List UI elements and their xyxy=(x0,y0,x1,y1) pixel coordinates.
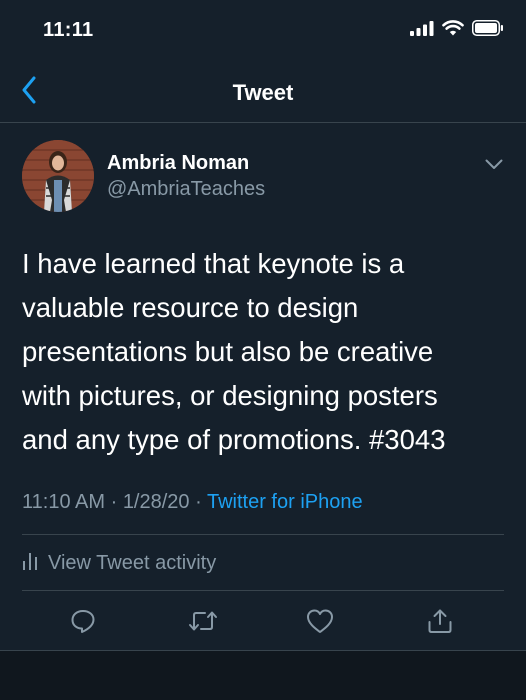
divider xyxy=(22,534,504,535)
divider xyxy=(22,590,504,591)
battery-icon xyxy=(472,20,504,41)
status-bar: 11:11 xyxy=(0,0,526,64)
avatar[interactable] xyxy=(22,140,94,212)
retweet-icon xyxy=(188,609,218,638)
tweet-time: 11:10 AM xyxy=(22,491,106,513)
cellular-signal-icon xyxy=(410,20,434,41)
author-name[interactable]: Ambria Noman xyxy=(107,152,249,175)
view-tweet-activity-button[interactable]: View Tweet activity xyxy=(22,548,216,578)
retweet-button[interactable] xyxy=(186,606,220,640)
view-tweet-activity-label: View Tweet activity xyxy=(48,551,217,574)
share-icon xyxy=(427,608,453,639)
tweet-date: 1/28/20 xyxy=(122,491,190,513)
more-options-button[interactable] xyxy=(482,156,506,176)
analytics-icon xyxy=(22,550,38,576)
share-button[interactable] xyxy=(423,606,457,640)
chevron-down-icon xyxy=(485,157,503,175)
tweet-text: I have learned that keynote is a valuabl… xyxy=(22,248,446,455)
wifi-icon xyxy=(442,20,464,41)
tweet-author: Ambria Noman @AmbriaTeaches xyxy=(22,140,506,214)
author-handle[interactable]: @AmbriaTeaches xyxy=(107,178,265,201)
reply-button[interactable] xyxy=(66,606,100,640)
navigation-bar: Tweet xyxy=(0,64,526,123)
tweet-meta: 11:10 AM · 1/28/20 · Twitter for iPhone xyxy=(22,491,363,514)
status-icons xyxy=(410,20,504,41)
reply-area xyxy=(0,651,526,700)
like-button[interactable] xyxy=(303,606,337,640)
tweet-actions xyxy=(0,600,526,650)
status-time: 11:11 xyxy=(43,19,94,41)
reply-icon xyxy=(70,608,96,639)
page-title: Tweet xyxy=(232,80,294,105)
meta-separator: · xyxy=(189,491,207,513)
heart-icon xyxy=(306,608,334,639)
tweet-source-link[interactable]: Twitter for iPhone xyxy=(207,491,363,513)
meta-separator: · xyxy=(105,491,123,513)
